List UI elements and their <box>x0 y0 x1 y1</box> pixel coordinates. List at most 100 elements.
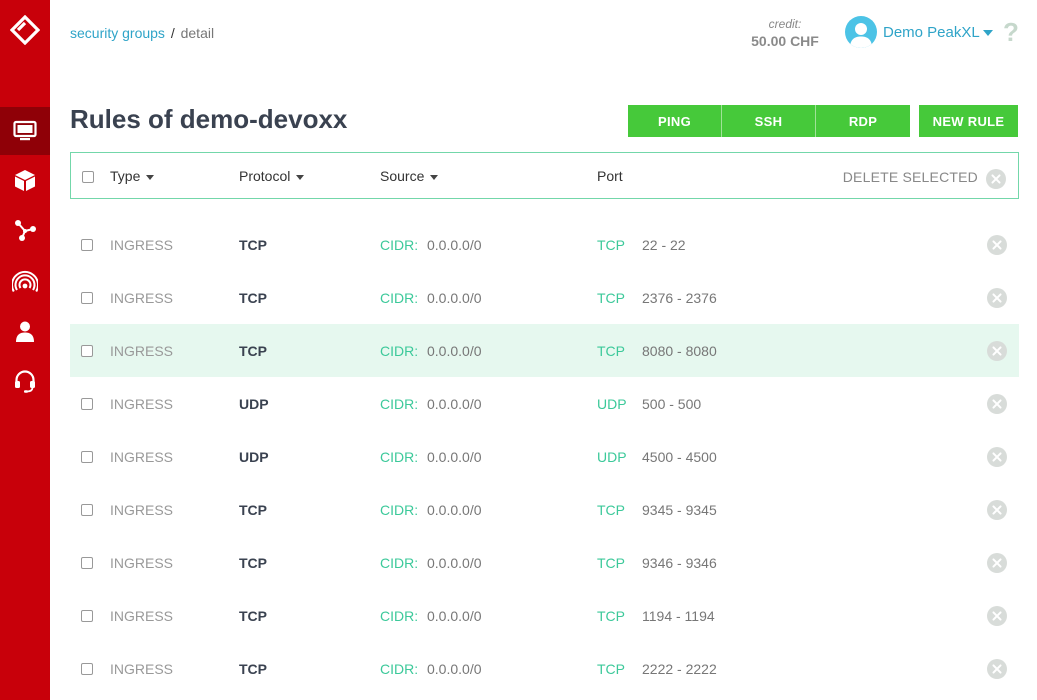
sidebar-item-account[interactable] <box>0 307 50 355</box>
delete-rule-icon[interactable] <box>987 288 1007 308</box>
cell-type: INGRESS <box>110 661 174 677</box>
delete-selected-button[interactable]: DELETE SELECTED <box>843 169 978 185</box>
cell-source-label: CIDR: <box>380 290 419 306</box>
help-icon[interactable]: ? <box>1003 17 1019 48</box>
row-checkbox[interactable] <box>81 610 93 622</box>
cell-port-protocol: TCP <box>597 608 625 624</box>
table-row: INGRESS UDP CIDR: 0.0.0.0/0 UDP 4500 - 4… <box>70 430 1019 483</box>
caret-down-icon <box>146 174 155 180</box>
row-checkbox[interactable] <box>81 557 93 569</box>
delete-rule-icon[interactable] <box>987 659 1007 679</box>
cell-port-protocol: UDP <box>597 449 627 465</box>
cell-source-label: CIDR: <box>380 661 419 677</box>
new-rule-button[interactable]: NEW RULE <box>919 105 1018 137</box>
cell-protocol: TCP <box>239 608 267 624</box>
table-row: INGRESS TCP CIDR: 0.0.0.0/0 TCP 1194 - 1… <box>70 589 1019 642</box>
user-icon <box>16 321 34 342</box>
cell-source-label: CIDR: <box>380 449 419 465</box>
sidebar-item-support[interactable] <box>0 357 50 405</box>
cell-source: 0.0.0.0/0 <box>427 502 482 518</box>
cell-port-range: 9346 - 9346 <box>642 555 717 571</box>
sidebar-item-templates[interactable] <box>0 156 50 204</box>
table-row: INGRESS UDP CIDR: 0.0.0.0/0 UDP 500 - 50… <box>70 377 1019 430</box>
cell-source: 0.0.0.0/0 <box>427 661 482 677</box>
delete-rule-icon[interactable] <box>987 235 1007 255</box>
cell-port-range: 1194 - 1194 <box>642 608 715 624</box>
row-checkbox[interactable] <box>81 398 93 410</box>
row-checkbox[interactable] <box>81 345 93 357</box>
network-icon <box>15 220 36 241</box>
cell-source-label: CIDR: <box>380 237 419 253</box>
delete-rule-icon[interactable] <box>987 394 1007 414</box>
breadcrumb: security groups / detail <box>70 25 214 41</box>
delete-rule-icon[interactable] <box>987 341 1007 361</box>
delete-rule-icon[interactable] <box>987 606 1007 626</box>
avatar-user-icon <box>850 23 872 48</box>
cell-source: 0.0.0.0/0 <box>427 343 482 359</box>
cell-type: INGRESS <box>110 449 174 465</box>
sidebar-item-dns[interactable] <box>0 258 50 306</box>
cell-type: INGRESS <box>110 343 174 359</box>
cell-type: INGRESS <box>110 237 174 253</box>
row-checkbox[interactable] <box>81 239 93 251</box>
cell-port-protocol: TCP <box>597 555 625 571</box>
cell-type: INGRESS <box>110 555 174 571</box>
table-row-hovered: INGRESS TCP CIDR: 0.0.0.0/0 TCP 8080 - 8… <box>70 324 1019 377</box>
row-checkbox[interactable] <box>81 292 93 304</box>
cell-port-range: 8080 - 8080 <box>642 343 717 359</box>
ssh-button[interactable]: SSH <box>722 105 816 137</box>
logo[interactable] <box>0 0 50 60</box>
breadcrumb-separator: / <box>170 25 175 41</box>
sidebar-item-compute[interactable] <box>0 107 50 155</box>
row-checkbox[interactable] <box>81 663 93 675</box>
credit-display: credit: 50.00 CHF <box>740 17 830 49</box>
close-circle-icon[interactable] <box>986 169 1006 189</box>
user-menu[interactable]: Demo PeakXL <box>883 24 993 41</box>
table-row: INGRESS TCP CIDR: 0.0.0.0/0 TCP 2222 - 2… <box>70 642 1019 695</box>
cell-protocol: TCP <box>239 290 267 306</box>
column-header-source[interactable]: Source <box>380 168 439 184</box>
breadcrumb-link-security-groups[interactable]: security groups <box>70 25 165 41</box>
cell-source-label: CIDR: <box>380 608 419 624</box>
table-row: INGRESS TCP CIDR: 0.0.0.0/0 TCP 9346 - 9… <box>70 536 1019 589</box>
column-header-protocol[interactable]: Protocol <box>239 168 305 184</box>
cell-port-protocol: TCP <box>597 237 625 253</box>
cell-protocol: UDP <box>239 396 269 412</box>
connect-button-group: PING SSH RDP <box>628 105 910 137</box>
cell-source: 0.0.0.0/0 <box>427 290 482 306</box>
delete-rule-icon[interactable] <box>987 447 1007 467</box>
cell-port-protocol: TCP <box>597 502 625 518</box>
cell-protocol: TCP <box>239 343 267 359</box>
rdp-button[interactable]: RDP <box>816 105 910 137</box>
breadcrumb-current: detail <box>180 25 215 41</box>
chevron-down-icon <box>982 30 993 37</box>
delete-rule-icon[interactable] <box>987 500 1007 520</box>
cell-port-range: 2376 - 2376 <box>642 290 717 306</box>
column-header-port: Port <box>597 168 623 184</box>
cell-type: INGRESS <box>110 396 174 412</box>
ping-button[interactable]: PING <box>628 105 722 137</box>
credit-label: credit: <box>768 17 802 31</box>
row-checkbox[interactable] <box>81 504 93 516</box>
cell-source-label: CIDR: <box>380 555 419 571</box>
table-row: INGRESS TCP CIDR: 0.0.0.0/0 TCP 2376 - 2… <box>70 271 1019 324</box>
caret-down-icon <box>430 174 439 180</box>
column-header-type[interactable]: Type <box>110 168 155 184</box>
cell-type: INGRESS <box>110 290 174 306</box>
row-checkbox[interactable] <box>81 451 93 463</box>
cell-source-label: CIDR: <box>380 396 419 412</box>
sidebar <box>0 0 50 700</box>
select-all-checkbox[interactable] <box>82 171 94 183</box>
cell-port-range: 9345 - 9345 <box>642 502 717 518</box>
user-name: Demo PeakXL <box>883 24 980 41</box>
avatar[interactable] <box>845 16 877 48</box>
cell-port-protocol: TCP <box>597 343 625 359</box>
credit-value: 50.00 CHF <box>751 33 819 49</box>
table-row: INGRESS TCP CIDR: 0.0.0.0/0 TCP 22 - 22 <box>70 218 1019 271</box>
sidebar-item-network[interactable] <box>0 206 50 254</box>
page-title: Rules of demo-devoxx <box>70 104 348 134</box>
cell-source: 0.0.0.0/0 <box>427 396 482 412</box>
delete-rule-icon[interactable] <box>987 553 1007 573</box>
cell-type: INGRESS <box>110 608 174 624</box>
cell-port-range: 4500 - 4500 <box>642 449 717 465</box>
